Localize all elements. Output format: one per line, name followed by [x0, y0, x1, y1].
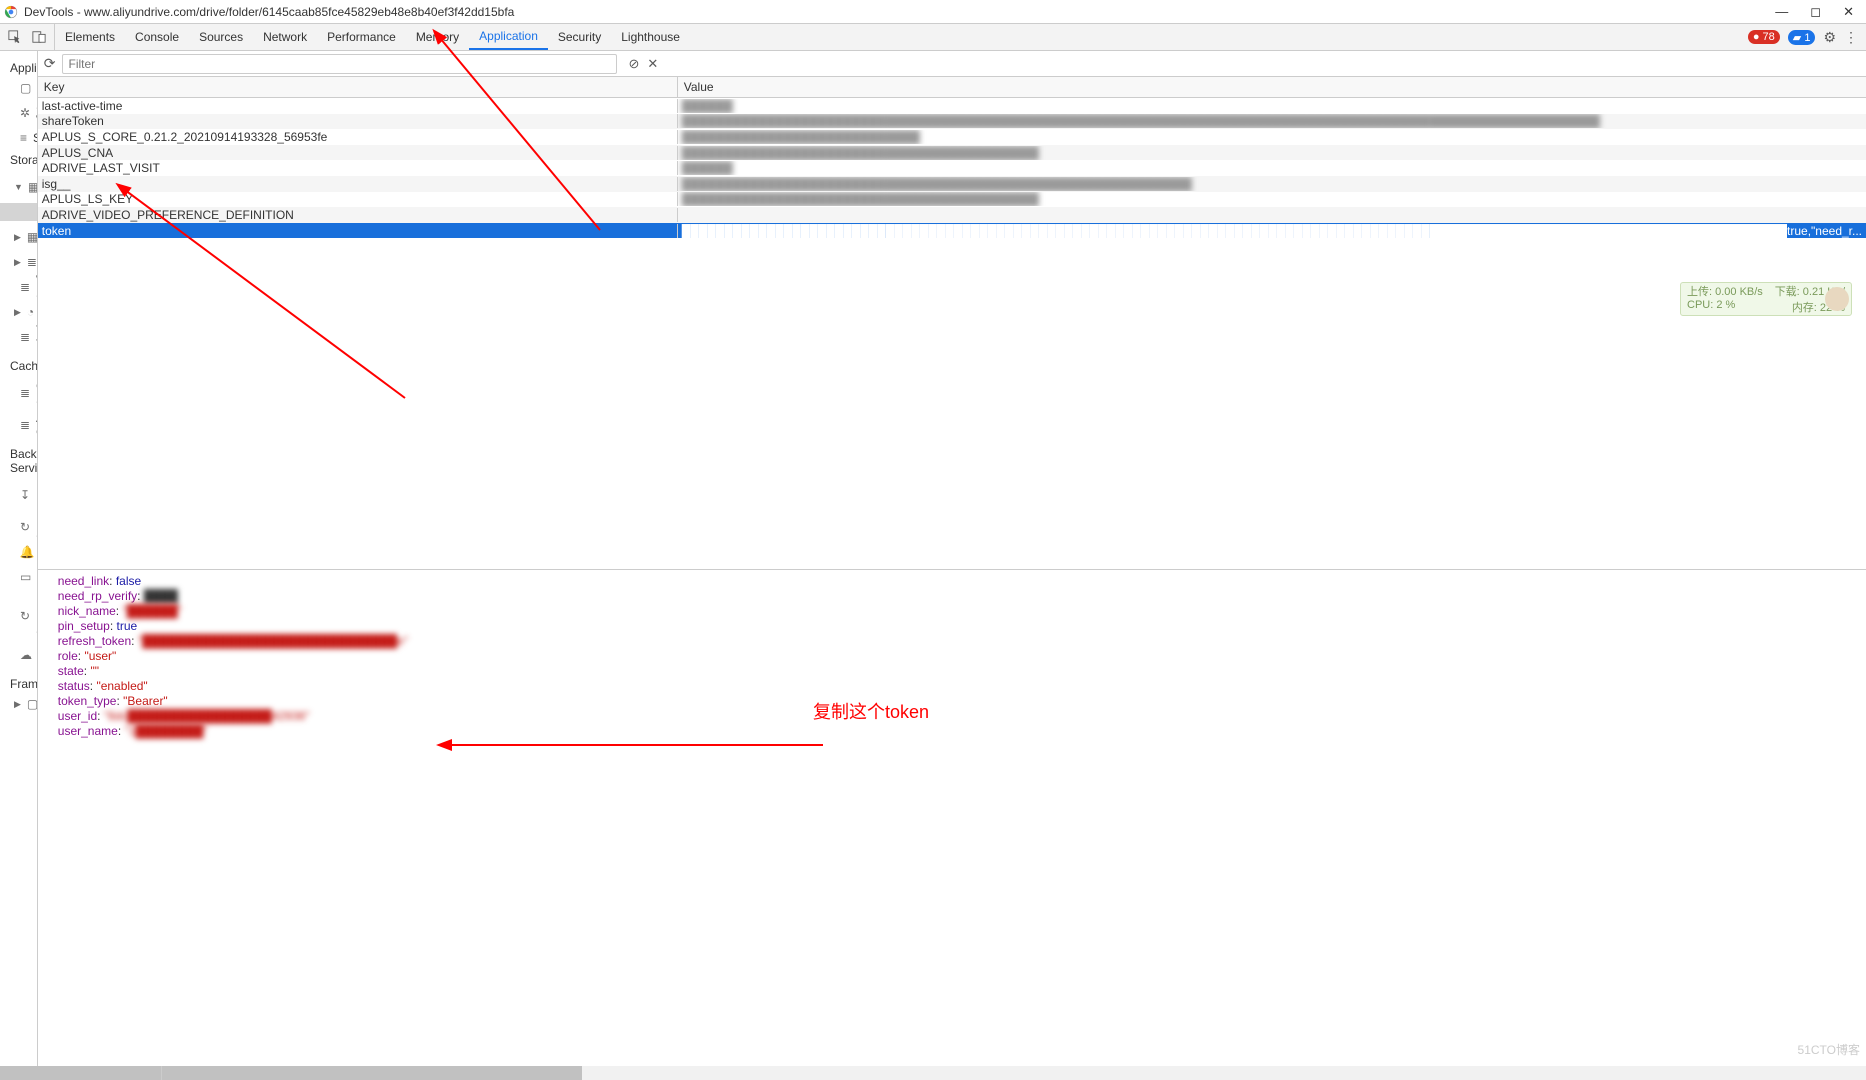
sidebar-item-trust-tokens[interactable]: ≣Trust Tokens	[0, 321, 37, 353]
bell-icon: 🔔	[20, 545, 34, 559]
database-icon: ≣	[20, 330, 30, 344]
window-titlebar: DevTools - www.aliyundrive.com/drive/fol…	[0, 0, 1866, 24]
sync-icon: ↻	[20, 520, 30, 534]
sidebar-item-push[interactable]: ☁Push Messaging	[0, 639, 37, 671]
sidebar-section-storage: Storage	[0, 147, 37, 171]
sidebar-item-cookies[interactable]: ▶◔Cookies	[0, 303, 37, 321]
bottom-scrollbar[interactable]	[0, 1066, 1866, 1080]
info-count-badge[interactable]: ▰ 1	[1788, 30, 1816, 45]
filter-bar: ⟳ ⊘ ✕	[38, 51, 1866, 77]
sidebar-item-notifications[interactable]: 🔔Notifications	[0, 543, 37, 561]
table-row[interactable]: APLUS_CNA███████████████████████████████…	[38, 145, 1866, 161]
perf-avatar-icon	[1825, 287, 1849, 311]
database-icon: ≡	[20, 131, 27, 145]
tab-security[interactable]: Security	[548, 24, 611, 50]
sidebar-item-websql[interactable]: ≣Web SQL	[0, 271, 37, 303]
sidebar-item-storage[interactable]: ≡Storage	[0, 129, 37, 147]
card-icon: ▭	[20, 570, 31, 584]
tab-memory[interactable]: Memory	[406, 24, 469, 50]
refresh-icon[interactable]: ⟳	[44, 55, 56, 72]
kv-header-value[interactable]: Value	[678, 77, 1866, 97]
database-icon: ≣	[27, 255, 37, 269]
value-detail-pane[interactable]: need_link: falseneed_rp_verify: ████nick…	[38, 570, 1866, 1080]
table-row[interactable]: APLUS_LS_KEY████████████████████████████…	[38, 192, 1866, 208]
sidebar-item-session-storage[interactable]: ▶▦Session Storage	[0, 221, 37, 253]
tab-lighthouse[interactable]: Lighthouse	[611, 24, 690, 50]
kv-table-header: Key Value	[38, 77, 1866, 98]
fetch-icon: ↧	[20, 488, 30, 502]
minimize-button[interactable]: —	[1775, 4, 1788, 20]
cookie-icon: ◔	[27, 305, 34, 319]
tab-application[interactable]: Application	[469, 24, 548, 50]
sidebar-item-cache-storage[interactable]: ≣Cache Storage	[0, 377, 37, 409]
error-count-badge[interactable]: ● 78	[1748, 30, 1780, 44]
application-sidebar: Application ▢Manifest ✲Service Workers ≡…	[0, 51, 38, 1080]
database-icon: ≣	[20, 280, 30, 294]
close-button[interactable]: ✕	[1843, 4, 1854, 20]
sidebar-item-local-storage[interactable]: ▼▦Local Storage	[0, 171, 37, 203]
table-row[interactable]: last-active-time██████	[38, 98, 1866, 114]
tab-sources[interactable]: Sources	[189, 24, 253, 50]
table-row[interactable]: ADRIVE_LAST_VISIT██████	[38, 160, 1866, 176]
sidebar-item-bgfetch[interactable]: ↧Background Fetch	[0, 479, 37, 511]
devtools-tabs: ElementsConsoleSourcesNetworkPerformance…	[55, 24, 690, 50]
table-row[interactable]: isg__███████████████████████████████████…	[38, 176, 1866, 192]
sidebar-section-application: Application	[0, 55, 37, 79]
sidebar-item-indexeddb[interactable]: ▶≣IndexedDB	[0, 253, 37, 271]
frame-icon: ▢	[27, 697, 38, 711]
kv-header-key[interactable]: Key	[38, 77, 678, 97]
window-title: DevTools - www.aliyundrive.com/drive/fol…	[24, 5, 1775, 19]
tab-performance[interactable]: Performance	[317, 24, 406, 50]
filter-input[interactable]	[62, 54, 617, 74]
more-icon[interactable]: ⋮	[1844, 29, 1858, 46]
cloud-icon: ☁	[20, 648, 32, 662]
sidebar-item-frames-top[interactable]: ▶▢top	[0, 695, 37, 713]
table-row[interactable]: APLUS_S_CORE_0.21.2_20210914193328_56953…	[38, 129, 1866, 145]
watermark: 51CTO博客	[1798, 1041, 1860, 1058]
sidebar-item-application-cache[interactable]: ≣Application Cache	[0, 409, 37, 441]
table-row[interactable]: ADRIVE_VIDEO_PREFERENCE_DEFINITION	[38, 207, 1866, 223]
tab-console[interactable]: Console	[125, 24, 189, 50]
devtools-tabbar: ElementsConsoleSourcesNetworkPerformance…	[0, 24, 1866, 51]
close-icon[interactable]: ✕	[647, 56, 658, 72]
table-row[interactable]: shareToken██████████████████████████████…	[38, 114, 1866, 130]
device-toggle-icon[interactable]	[32, 30, 46, 44]
database-icon: ≣	[20, 386, 30, 400]
tab-elements[interactable]: Elements	[55, 24, 125, 50]
chrome-icon	[4, 5, 18, 19]
inspect-icon[interactable]	[8, 30, 22, 44]
kv-table-body[interactable]: last-active-time██████shareToken████████…	[38, 98, 1866, 570]
perf-overlay: 上传: 0.00 KB/s下载: 0.21 KB/ CPU: 2 %内存: 22…	[1680, 282, 1852, 316]
sidebar-item-local-storage-origin[interactable]: ▦https://www.aliyundrive.co	[0, 203, 38, 221]
tab-network[interactable]: Network	[253, 24, 317, 50]
sidebar-item-manifest[interactable]: ▢Manifest	[0, 79, 37, 97]
grid-icon: ▦	[27, 230, 38, 244]
grid-icon: ▦	[28, 180, 38, 194]
sidebar-item-bgsync[interactable]: ↻Background Sync	[0, 511, 37, 543]
clear-icon[interactable]: ⊘	[629, 56, 640, 72]
table-row[interactable]: token███████████████████████████████████…	[38, 223, 1866, 239]
sidebar-item-service-workers[interactable]: ✲Service Workers	[0, 97, 37, 129]
sidebar-item-payment[interactable]: ▭Payment Handler	[0, 561, 37, 593]
sync-icon: ↻	[20, 609, 30, 623]
settings-icon[interactable]: ⚙	[1823, 29, 1836, 46]
database-icon: ≣	[20, 418, 30, 432]
sidebar-section-frames: Frames	[0, 671, 37, 695]
sidebar-section-cache: Cache	[0, 353, 37, 377]
sidebar-item-periodic-sync[interactable]: ↻Periodic Background Sync	[0, 593, 37, 639]
sidebar-section-bgservices: Background Services	[0, 441, 37, 479]
maximize-button[interactable]: ◻	[1810, 4, 1821, 20]
